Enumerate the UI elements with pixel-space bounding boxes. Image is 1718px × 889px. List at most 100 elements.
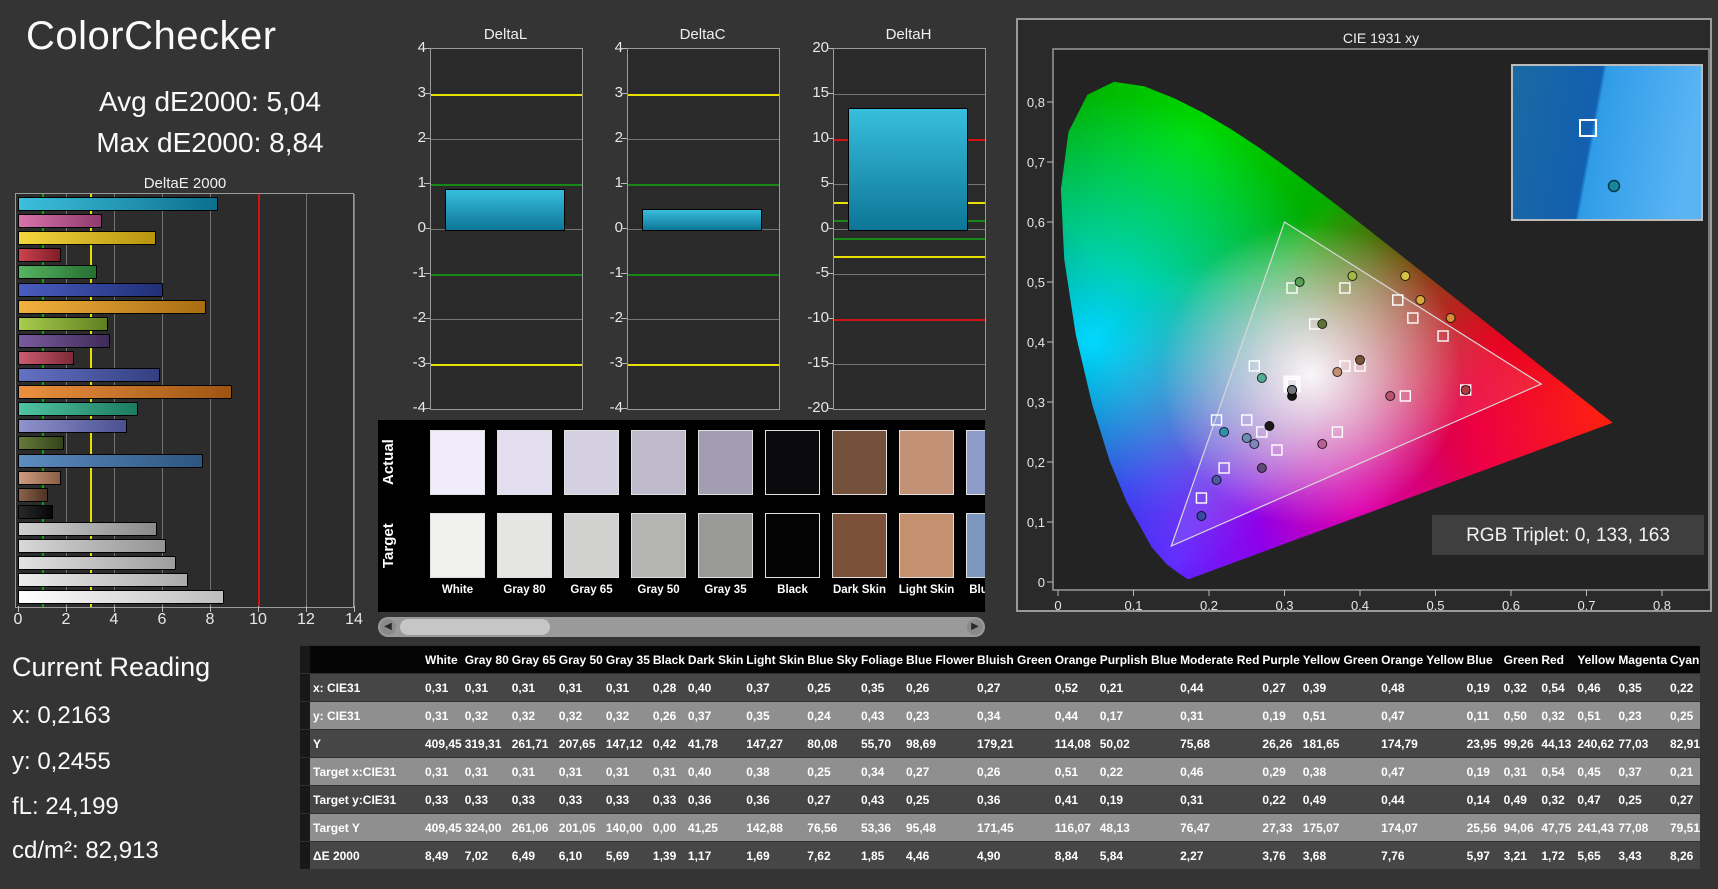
table-cell: 207,65: [555, 729, 603, 758]
axis-label: 0,5: [1027, 275, 1045, 290]
swatch-label: Blue Sky: [969, 584, 985, 596]
table-cell: 0,40: [684, 673, 744, 702]
table-cell: 5,97: [1463, 841, 1501, 869]
table-cell: 0,39: [1299, 673, 1379, 702]
ref-line: [834, 238, 985, 240]
column-header-purple: Purple: [1259, 645, 1300, 674]
column-header-gray-50: Gray 50: [555, 645, 603, 674]
scrollbar-thumb[interactable]: [400, 619, 550, 635]
table-cell: 7,62: [804, 841, 858, 869]
table-cell: 79,51: [1667, 813, 1701, 842]
y-tick-mark: [424, 273, 430, 274]
deltal-bar: [445, 188, 565, 231]
table-cell: 0,38: [1299, 757, 1379, 786]
y-tick-label: 0: [614, 219, 623, 236]
y-tick-label: 10: [812, 129, 829, 146]
ref-line-red: [258, 194, 260, 607]
table-cell: 0,37: [684, 701, 744, 730]
table-cell: 82,91: [1667, 729, 1701, 758]
measured-point-blue: [1196, 511, 1207, 521]
row-label: ΔE 2000: [310, 841, 422, 869]
ref-line: [431, 139, 582, 140]
table-cell: 0,27: [1259, 673, 1300, 702]
ref-line: [834, 364, 985, 365]
table-row-y-cie31: y: CIE31 0,31 0,32 0,32 0,32 0,32 0,26 0,37 0,35…: [300, 701, 1701, 730]
measured-point-gray-35: [1287, 385, 1298, 395]
table-cell: 0,32: [1538, 785, 1575, 814]
deltae-bar-light-skin: [18, 470, 61, 485]
y-tick-mark: [621, 363, 627, 364]
table-cell: 0,31: [461, 757, 509, 786]
table-cell: 0,48: [1378, 673, 1464, 702]
avg-de2000: Avg dE2000: 5,04: [98, 86, 322, 117]
table-cell: 41,78: [684, 729, 744, 758]
table-cell: 0,19: [1463, 673, 1501, 702]
deltae-bar-gray-35: [18, 521, 157, 536]
table-cell: 0,54: [1538, 673, 1575, 702]
target-swatch-gray-50: [631, 513, 686, 578]
target-swatch-gray-65: [564, 513, 619, 578]
table-cell: 0,25: [903, 785, 975, 814]
table-cell: 116,07: [1051, 813, 1097, 842]
scroll-left-icon[interactable]: ◀: [380, 619, 396, 635]
table-cell: 0,33: [461, 785, 509, 814]
table-row-target-x-cie31: Target x:CIE31 0,31 0,31 0,31 0,31 0,31 0,31 0,…: [300, 757, 1701, 786]
table-cell: 147,27: [743, 729, 805, 758]
table-cell: 0,26: [903, 673, 975, 702]
swatch-row-label-actual: Actual: [380, 439, 397, 486]
y-tick-mark: [621, 138, 627, 139]
gridline: [306, 194, 307, 607]
y-tick-label: -2: [412, 309, 426, 326]
y-tick-label: 3: [614, 84, 623, 101]
swatch-label: White: [441, 584, 474, 596]
table-cell: 5,84: [1096, 841, 1178, 869]
actual-swatch-gray-50: [631, 430, 686, 495]
actual-swatch-dark-skin: [832, 430, 887, 495]
y-tick-mark: [827, 48, 833, 49]
column-header-yellow: Yellow: [1574, 645, 1616, 674]
axis-label: 0,8: [1653, 598, 1671, 610]
table-cell: 0,25: [804, 757, 858, 786]
column-header-cyan: Cyan: [1667, 645, 1701, 674]
table-cell: 142,88: [743, 813, 805, 842]
y-tick-label: 2: [417, 129, 426, 146]
table-cell: 179,21: [974, 729, 1052, 758]
table-cell: 0,42: [649, 729, 685, 758]
table-cell: 0,31: [602, 673, 650, 702]
ref-line: [431, 94, 582, 96]
table-cell: 0,33: [555, 785, 603, 814]
table-cell: 0,33: [422, 785, 462, 814]
table-cell: 0,22: [1667, 673, 1701, 702]
table-cell: 77,08: [1615, 813, 1667, 842]
deltae-bar-white: [18, 590, 224, 605]
reading-y: y: 0,2455: [12, 748, 111, 775]
ref-line: [431, 319, 582, 320]
swatch-scrollbar[interactable]: ◀ ▶: [378, 617, 985, 637]
y-tick-mark: [621, 93, 627, 94]
table-cell: 0,32: [1500, 673, 1539, 702]
table-row-y: Y 409,45 319,31 261,71 207,65 147,12 0,42 41,78…: [300, 729, 1701, 758]
table-cell: 3,76: [1259, 841, 1300, 869]
axis-label: 0: [1054, 598, 1061, 610]
table-cell: 0,38: [743, 757, 805, 786]
table-header-row: White Gray 80 Gray 65 Gray 50 Gray 35 Black Da…: [300, 645, 1701, 674]
y-tick-mark: [424, 363, 430, 364]
table-cell: 0,27: [903, 757, 975, 786]
scroll-right-icon[interactable]: ▶: [967, 619, 983, 635]
y-tick-mark: [621, 183, 627, 184]
axis-label: 0,5: [1426, 598, 1444, 610]
y-tick-mark: [827, 228, 833, 229]
y-tick-label: 1: [614, 174, 623, 191]
y-tick-mark: [424, 318, 430, 319]
y-tick-mark: [424, 183, 430, 184]
deltah-chart: [833, 48, 986, 410]
column-header-blue-flower: Blue Flower: [903, 645, 975, 674]
table-cell: 47,75: [1538, 813, 1575, 842]
cie-title: CIE 1931 xy: [1343, 30, 1419, 46]
table-cell: 0,23: [903, 701, 975, 730]
table-cell: 53,36: [857, 813, 903, 842]
table-cell: 0,21: [1096, 673, 1178, 702]
column-header-blue: Blue: [1463, 645, 1501, 674]
table-cell: 5,69: [602, 841, 650, 869]
target-swatch-blue-sky: [966, 513, 985, 578]
